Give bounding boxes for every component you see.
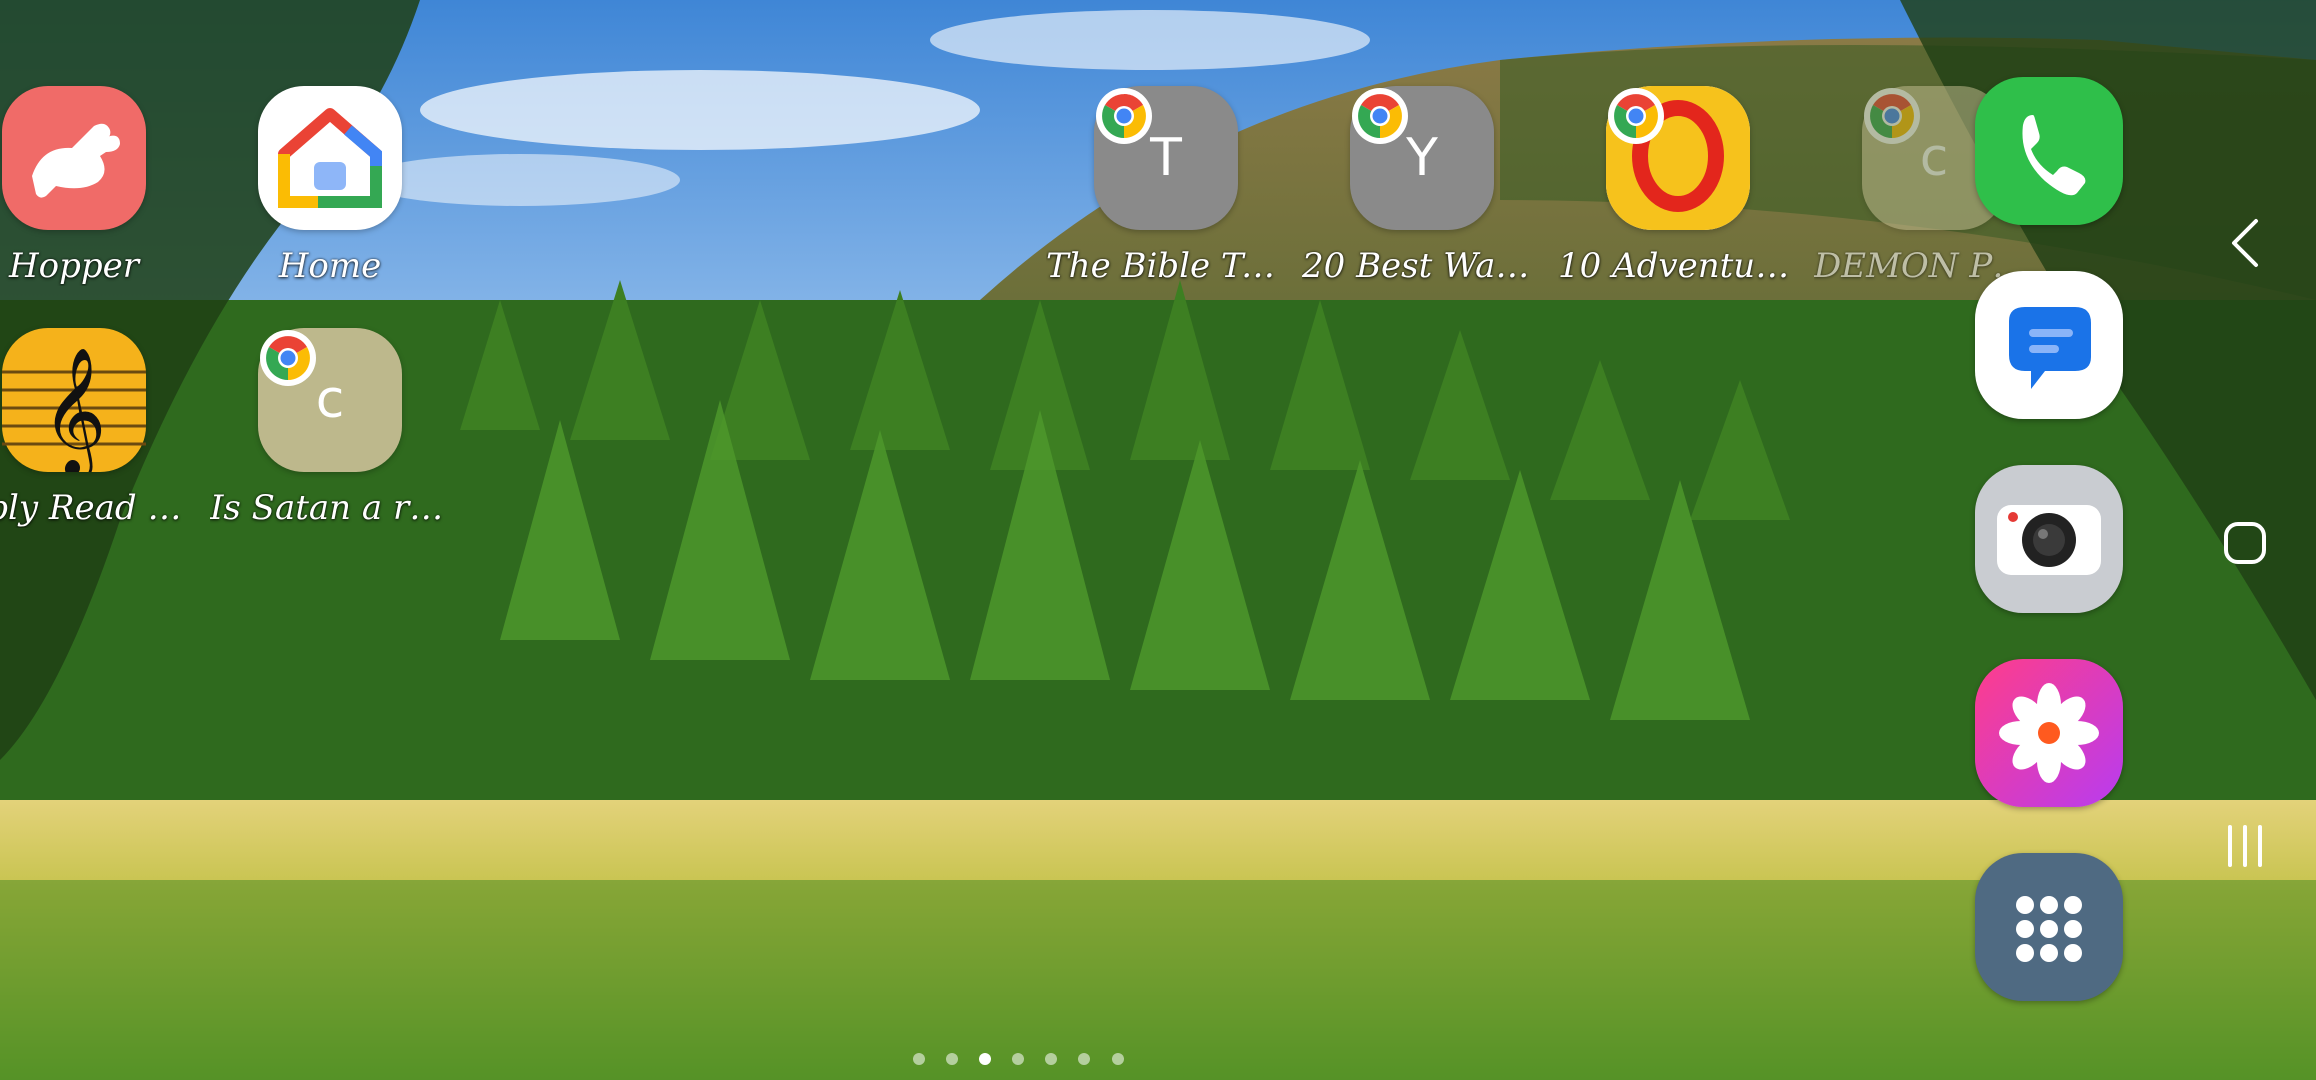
app-bible-teac[interactable]: T The Bible Teac...: [1046, 86, 1286, 296]
chrome-badge-icon: [1096, 88, 1152, 144]
app-home[interactable]: Home: [210, 86, 450, 296]
svg-text:𝄞: 𝄞: [41, 346, 106, 472]
page-dot[interactable]: [913, 1053, 925, 1065]
page-dot[interactable]: [1111, 1053, 1124, 1065]
app-hopper[interactable]: Hopper: [0, 86, 194, 296]
chrome-badge-icon: [260, 330, 316, 386]
opera-icon: [1606, 86, 1750, 230]
app-20-best-ways[interactable]: Y 20 Best Ways t...: [1302, 86, 1542, 296]
app-label: 20 Best Ways t...: [1302, 246, 1542, 286]
page-indicator[interactable]: [905, 1050, 1132, 1065]
gallery-icon[interactable]: [1975, 659, 2123, 807]
app-10-adventure[interactable]: 10 Adventure...: [1558, 86, 1798, 296]
app-label: Home: [278, 246, 382, 286]
back-button[interactable]: [2220, 215, 2270, 271]
chrome-badge-icon: [1608, 88, 1664, 144]
app-label: mply Read N...: [0, 488, 194, 528]
messages-icon[interactable]: [1975, 271, 2123, 419]
page-dot[interactable]: [1078, 1053, 1091, 1065]
google-home-icon: [258, 86, 402, 230]
app-drawer-icon[interactable]: [1975, 853, 2123, 1001]
page-dot[interactable]: [1045, 1053, 1058, 1065]
home-button[interactable]: [2222, 520, 2268, 566]
chrome-badge-icon: [1864, 88, 1920, 144]
page-dot[interactable]: [1012, 1053, 1025, 1065]
app-is-satan[interactable]: c Is Satan a rea...: [210, 328, 450, 538]
page-dot[interactable]: [946, 1053, 959, 1065]
letter-t-icon: T: [1094, 86, 1238, 230]
chrome-badge-icon: [1352, 88, 1408, 144]
app-label: Hopper: [8, 246, 140, 286]
app-label: 10 Adventure...: [1558, 246, 1798, 286]
page-dot-active[interactable]: [979, 1053, 992, 1065]
phone-icon[interactable]: [1975, 77, 2123, 225]
camera-icon[interactable]: [1975, 465, 2123, 613]
app-label: Is Satan a rea...: [210, 488, 450, 528]
recents-button[interactable]: [2222, 823, 2268, 869]
letter-c-icon: c: [258, 328, 402, 472]
treble-clef-icon: 𝄞: [2, 328, 146, 472]
letter-y-icon: Y: [1350, 86, 1494, 230]
app-label: The Bible Teac...: [1046, 246, 1286, 286]
app-simply-read[interactable]: 𝄞 mply Read N...: [0, 328, 194, 538]
rabbit-icon: [2, 86, 146, 230]
